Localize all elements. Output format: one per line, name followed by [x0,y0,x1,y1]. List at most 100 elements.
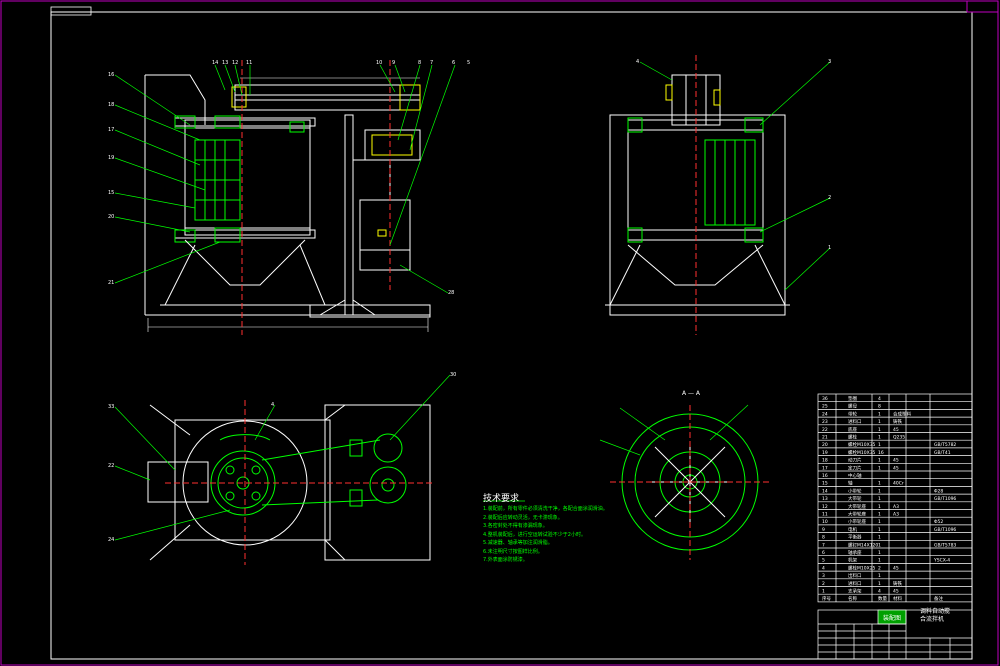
parts-table-cell: 螺栓M10X35 [848,441,876,448]
top-callout: 22 [108,463,115,469]
parts-table-cell: Q235 [893,435,905,441]
parts-table-cell: 大带轮 [848,495,862,502]
parts-table-cell: Φ52 [934,519,943,525]
parts-table-cell: 1 [878,419,881,425]
parts-table-cell: 螺栓M10X35 [848,449,876,456]
front-callout: 14 [212,60,219,66]
parts-table-cell: 1 [878,581,881,587]
parts-table-cell: 1 [878,573,881,579]
parts-table-cell: GB/T5782 [934,442,956,448]
parts-table-cell: 1 [878,458,881,464]
parts-table-cell: 19 [822,450,828,456]
front-callout: 9 [392,60,396,66]
parts-table-cell: 1 [878,442,881,448]
side-callout: 2 [828,195,832,201]
parts-table-cell: 17 [822,465,828,471]
parts-table-cell: 轴承座 [848,549,862,556]
parts-table-cell: 4 [878,396,881,402]
tech-requirement-line: 5.减速器、轴承等加注润滑脂。 [483,540,553,546]
parts-table-cell: 材料 [893,595,902,602]
parts-table-cell: 20 [822,442,828,448]
parts-table-cell: 机架 [848,557,857,564]
parts-table-cell: 22 [822,427,828,433]
parts-table-cell: 1 [878,519,881,525]
parts-table-cell: 铸铁 [893,418,902,425]
front-callout: 19 [108,155,115,161]
tech-requirement-line: 3.各密封处不得有渗漏现象。 [483,523,548,529]
parts-table-cell: 45 [893,458,899,464]
parts-table-cell: 23 [822,419,828,425]
side-view [605,55,831,335]
parts-table-cell: 1 [878,512,881,518]
parts-table-cell: 45 [893,465,899,471]
parts-table-cell: 数量 [878,595,887,602]
parts-table-cell: 电机 [848,526,857,533]
parts-table-cell: 8 [822,535,825,541]
front-callout: 12 [232,60,239,66]
parts-table-cell: 带轮 [848,410,857,417]
parts-table-cell: A3 [893,512,899,518]
front-callout: 13 [222,60,229,66]
parts-table-cell: 轴 [848,480,853,487]
front-callout: 15 [108,190,115,196]
parts-table-cell: 1 [878,550,881,556]
section-view [599,404,770,560]
parts-table-cell: 4 [878,589,881,595]
tech-requirement-line: 1.装配前，所有零件必须清洗干净，各配合面涂润滑油。 [483,506,608,512]
parts-table-cell: 6 [822,550,825,556]
side-callout: 4 [636,59,640,65]
parts-table-cell: 支承架 [848,588,862,595]
top-callout: 4 [271,402,275,408]
parts-table-cell: 序号 [822,595,831,602]
parts-table-cell: 铸铁 [893,580,902,587]
parts-table-cell: A3 [893,504,899,510]
parts-table-cell: 2 [878,565,881,571]
front-callout: 6 [452,60,456,66]
tech-requirement-line: 4.整机装配后，进行空运转试验不少于2小时。 [483,531,586,538]
parts-table-cell: 1 [822,589,825,595]
parts-table-cell: 1 [878,427,881,433]
parts-table-cell: 1 [878,504,881,510]
parts-table-cell: 16 [822,473,828,479]
front-callout: 16 [108,72,115,78]
parts-table-cell: 1 [878,496,881,502]
parts-table-cell: 1 [878,411,881,417]
parts-table-cell: 名称 [848,595,857,602]
corner-tag [50,6,92,16]
parts-table-cell: 25 [822,404,828,410]
parts-table-cell: 3 [822,573,825,579]
parts-table-cell: 8 [878,404,881,410]
parts-table-cell: 1 [878,527,881,533]
front-callout: 7 [430,60,434,66]
parts-table-cell: 进料口 [848,580,862,587]
tech-requirement-line: 7.外表面涂防锈漆。 [483,557,528,563]
front-view [114,60,456,335]
parts-table-cell: 45 [893,565,899,571]
parts-table-cell: 1 [878,542,881,548]
parts-table-cell: 大带轮座 [848,503,866,510]
parts-table-cell: 15 [822,481,828,487]
parts-table-cell: 螺栓 [848,434,857,441]
parts-table-cell: 24 [822,411,828,417]
front-callout: 11 [246,60,253,66]
parts-table-cell: 1 [878,535,881,541]
parts-table-cell: 36 [822,396,828,402]
tech-requirements-title: 技术要求 [483,494,520,504]
parts-table-cell: 中心轴 [848,472,862,479]
parts-table-cell: 9 [822,527,825,533]
side-callout: 3 [828,59,832,65]
side-callout: 1 [828,245,832,251]
front-callout: 20 [108,214,115,220]
front-callout: 21 [108,280,115,286]
front-callout: 28 [448,290,455,296]
parts-table-cell: 13 [822,496,828,502]
parts-table-cell: 进料口 [848,418,862,425]
parts-table-cell: 1 [878,465,881,471]
parts-table-cell: YSCX-4 [933,558,950,564]
parts-table-cell: 12 [822,504,828,510]
parts-table-cell: 垫圈 [848,395,857,402]
top-callout: 30 [450,372,457,378]
top-callout: 24 [108,537,115,543]
parts-table-cell: 5 [822,558,825,564]
parts-table-cell: 小带轮 [848,487,862,494]
